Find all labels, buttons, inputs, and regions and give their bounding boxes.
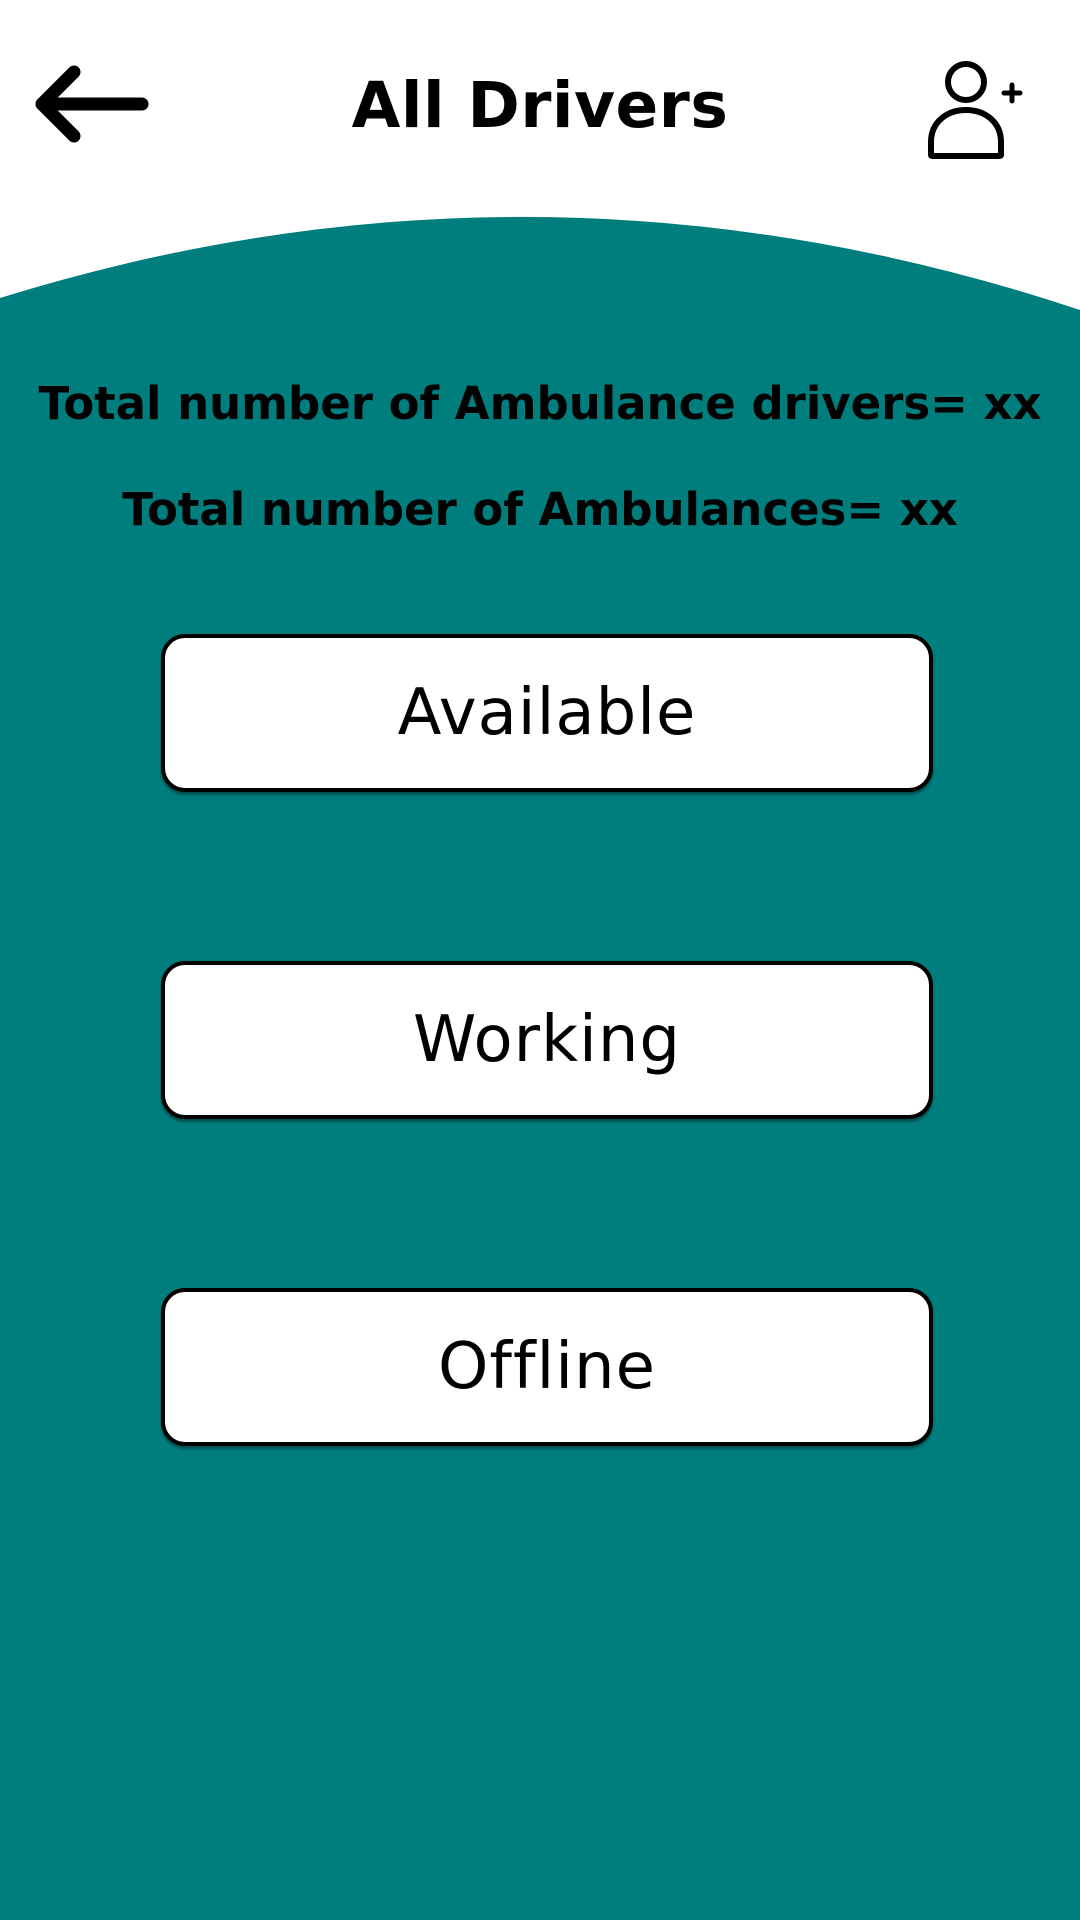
page-title: All Drivers [351, 69, 729, 142]
teal-panel [0, 0, 1080, 1920]
available-button-label: Available [397, 676, 697, 750]
total-ambulances-text: Total number of Ambulances= xx [122, 483, 958, 536]
offline-button-label: Offline [438, 1330, 656, 1404]
available-button[interactable]: Available [161, 634, 933, 792]
working-button-label: Working [412, 1003, 682, 1077]
user-plus-icon [928, 61, 1023, 159]
teal-panel-shape [0, 216, 1080, 1920]
working-button[interactable]: Working [161, 961, 933, 1119]
add-driver-button[interactable] [925, 56, 1025, 162]
app-header: All Drivers [0, 0, 1080, 215]
total-drivers-text: Total number of Ambulance drivers= xx [38, 377, 1042, 430]
offline-button[interactable]: Offline [161, 1288, 933, 1446]
